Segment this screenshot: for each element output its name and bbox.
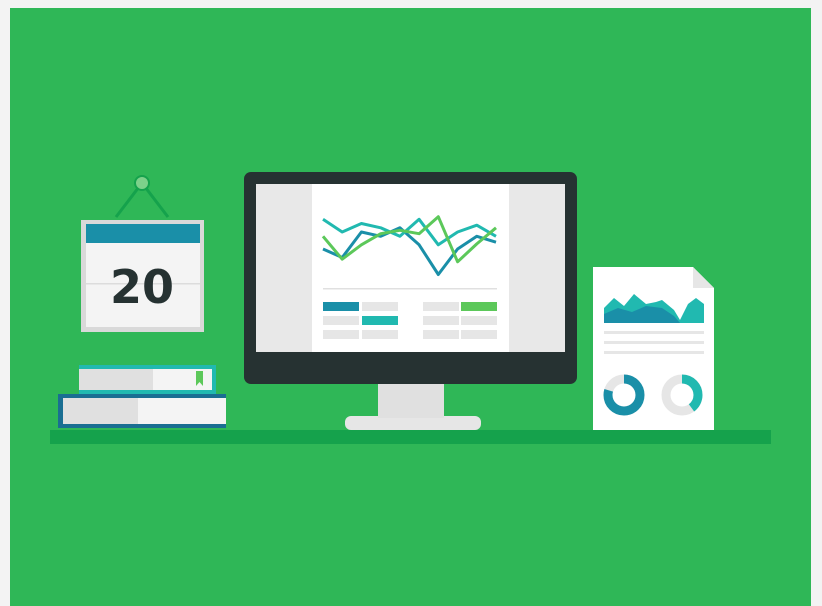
illustration-canvas: 20 (10, 8, 811, 606)
desktop-monitor (244, 172, 577, 430)
wall-calendar: 20 (81, 175, 204, 332)
report-document (593, 267, 714, 430)
dashboard-illustration: 20 (50, 172, 771, 444)
desk-surface (50, 430, 771, 444)
calendar-day: 20 (110, 260, 174, 314)
book-stack (58, 365, 226, 428)
